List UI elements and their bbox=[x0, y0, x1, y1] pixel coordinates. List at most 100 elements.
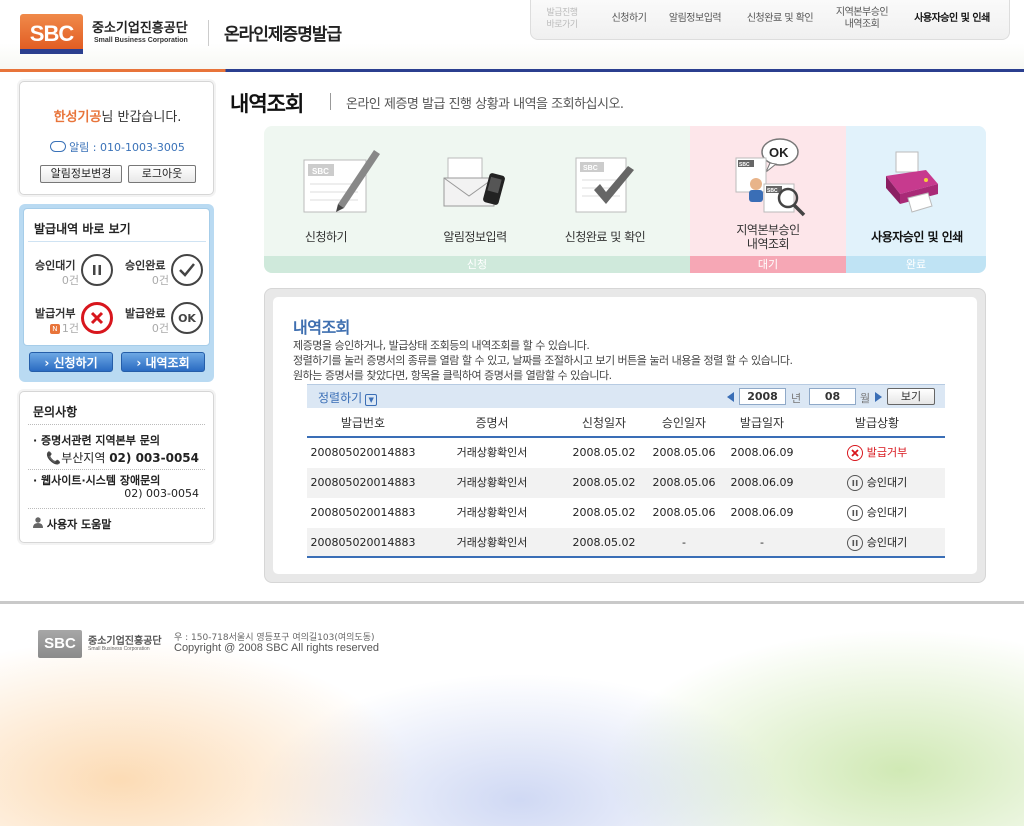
svg-text:OK: OK bbox=[769, 145, 789, 160]
table-header: 발급번호 증명서 신청일자 승인일자 발급일자 발급상황 bbox=[307, 408, 945, 438]
web-inquiry-label: · 웹사이트·시스템 장애문의 bbox=[33, 474, 161, 487]
quick-view-divider bbox=[28, 241, 206, 242]
table-row[interactable]: 200805020014883 거래상황확인서 2008.05.02 2008.05.… bbox=[307, 468, 945, 498]
prev-year-arrow-icon[interactable] bbox=[727, 392, 734, 402]
cell-status: 승인대기 bbox=[817, 528, 937, 558]
user-help-label: 사용자 도움말 bbox=[46, 518, 112, 531]
phone-icon: 📞 bbox=[46, 451, 62, 465]
stat-issued[interactable]: 발급완료 0건 bbox=[125, 305, 169, 335]
cert-inquiry-label: · 증명서관련 지역본부 문의 bbox=[33, 434, 160, 447]
nav-alarm-input[interactable]: 알림정보입력 bbox=[659, 0, 731, 38]
user-help-link[interactable]: 사용자 도움말 bbox=[33, 516, 111, 532]
col-applied-date[interactable]: 신청일자 bbox=[569, 408, 639, 438]
stat-waiting[interactable]: 승인대기 0건 bbox=[35, 257, 79, 287]
history-button[interactable]: › 내역조회 bbox=[121, 352, 205, 372]
status-label: 승인대기 bbox=[866, 536, 908, 549]
month-input[interactable]: 08 bbox=[809, 388, 856, 405]
cell-issued: 2008.06.09 bbox=[730, 476, 794, 489]
footer-logo: SBC bbox=[38, 630, 82, 658]
svg-text:SBC: SBC bbox=[312, 167, 329, 176]
nav-apply[interactable]: 신청하기 bbox=[597, 0, 661, 38]
next-month-arrow-icon[interactable] bbox=[875, 392, 882, 402]
history-title: 내역조회 bbox=[293, 318, 350, 337]
stat-count-value: 1건 bbox=[61, 322, 79, 335]
cert-inquiry-phone: 📞부산지역 02) 003-0054 bbox=[46, 449, 199, 466]
greeting-box: 한성기공님 반갑습니다. 알림 : 010-1003-3005 알림정보변경 로… bbox=[19, 81, 214, 195]
history-desc-line: 제증명을 승인하거나, 발급상태 조회등의 내역조회를 할 수 있습니다. bbox=[293, 339, 590, 352]
cell-no: 200805020014883 bbox=[310, 536, 416, 549]
stat-label: 발급거부 bbox=[35, 307, 76, 320]
stat-approved[interactable]: 승인완료 0건 bbox=[125, 257, 169, 287]
cell-no: 200805020014883 bbox=[310, 446, 416, 459]
cell-no: 200805020014883 bbox=[310, 476, 416, 489]
cell-issued: 2008.06.09 bbox=[730, 446, 794, 459]
greeting-suffix: 님 반갑습니다. bbox=[101, 110, 182, 125]
document-check-icon: SBC bbox=[572, 148, 642, 221]
envelope-phone-icon bbox=[440, 148, 510, 217]
step-user-approval[interactable]: 사용자승인 및 인쇄 bbox=[842, 230, 986, 244]
cell-approved: - bbox=[682, 536, 686, 549]
stat-rejected[interactable]: 발급거부 N 1건 bbox=[35, 305, 79, 335]
step-alarm-input[interactable]: 알림정보입력 bbox=[400, 230, 550, 244]
quick-view-box: 발급내역 바로 보기 승인대기 0건 승인완료 0건 발급거부 N 1건 발급완료… bbox=[19, 204, 214, 382]
nav-user-approval[interactable]: 사용자승인 및 인쇄 bbox=[905, 0, 999, 38]
history-desc-line: 원하는 증명서를 찾았다면, 항목을 클릭하여 증명서를 열람할 수 있습니다. bbox=[293, 369, 612, 382]
table-row[interactable]: 200805020014883 거래상황확인서 2008.05.02 2008.05.… bbox=[307, 498, 945, 528]
chevron-down-icon: ▼ bbox=[365, 394, 378, 406]
stat-count: 0건 bbox=[151, 322, 169, 335]
user-icon bbox=[33, 517, 43, 528]
table-row[interactable]: 200805020014883 거래상황확인서 2008.05.02 2008.05.… bbox=[307, 438, 945, 468]
cell-cert: 거래상황확인서 bbox=[456, 446, 528, 459]
sbc-logo[interactable]: SBC bbox=[20, 14, 83, 54]
nav-regional-approval[interactable]: 지역본부승인 내역조회 bbox=[825, 0, 899, 38]
cell-issued: - bbox=[760, 536, 764, 549]
status-label: 발급거부 bbox=[866, 446, 908, 459]
step-regional-approval[interactable]: 지역본부승인 내역조회 bbox=[693, 223, 843, 251]
org-name-ko: 중소기업진흥공단 bbox=[92, 21, 188, 36]
table-body: 200805020014883 거래상황확인서 2008.05.02 2008.05.… bbox=[307, 438, 945, 558]
logo-text: SBC bbox=[29, 21, 74, 46]
stat-label: 승인대기 bbox=[35, 259, 76, 272]
year-input[interactable]: 2008 bbox=[739, 388, 786, 405]
pause-icon[interactable] bbox=[81, 254, 113, 286]
col-issued-date[interactable]: 발급일자 bbox=[727, 408, 797, 438]
ok-icon[interactable]: OK bbox=[171, 302, 203, 334]
step-apply[interactable]: 신청하기 bbox=[264, 230, 401, 244]
step-apply-complete[interactable]: 신청완료 및 확인 bbox=[530, 230, 680, 244]
pause-icon bbox=[846, 535, 863, 551]
nav-apply-complete[interactable]: 신청완료 및 확인 bbox=[737, 0, 823, 38]
nav-shortcut[interactable]: 발급진행 바로가기 bbox=[535, 0, 589, 38]
pause-icon bbox=[846, 475, 863, 491]
logout-button[interactable]: 로그아웃 bbox=[128, 165, 196, 183]
check-icon[interactable] bbox=[171, 254, 203, 286]
cell-issued: 2008.06.09 bbox=[730, 506, 794, 519]
col-issue-no[interactable]: 발급번호 bbox=[307, 408, 419, 438]
top-nav: 발급진행 바로가기 신청하기 알림정보입력 신청완료 및 확인 지역본부승인 내… bbox=[530, 0, 1010, 40]
filter-toolbar: 정렬하기 ▼ 2008 년 08 월 보기 bbox=[307, 384, 945, 408]
sort-button[interactable]: 정렬하기 ▼ bbox=[318, 389, 378, 406]
inquiry-divider bbox=[28, 424, 205, 425]
change-alarm-button[interactable]: 알림정보변경 bbox=[40, 165, 122, 183]
page-title: 내역조회 bbox=[230, 92, 304, 116]
footer-org-ko: 중소기업진흥공단 bbox=[88, 636, 162, 647]
status-label: 승인대기 bbox=[866, 506, 908, 519]
col-status[interactable]: 발급상황 bbox=[817, 408, 937, 438]
inquiry-title: 문의사항 bbox=[33, 405, 78, 419]
quick-view-inner: 발급내역 바로 보기 승인대기 0건 승인완료 0건 발급거부 N 1건 발급완료… bbox=[23, 208, 210, 346]
reject-x-icon[interactable] bbox=[81, 302, 113, 334]
view-button[interactable]: 보기 bbox=[887, 388, 935, 405]
table-row[interactable]: 200805020014883 거래상황확인서 2008.05.02 - - 승인대기 bbox=[307, 528, 945, 558]
pause-icon bbox=[846, 505, 863, 521]
col-approved-date[interactable]: 승인일자 bbox=[649, 408, 719, 438]
history-panel: 내역조회 제증명을 승인하거나, 발급상태 조회등의 내역조회를 할 수 있습니… bbox=[264, 288, 986, 583]
cell-applied: 2008.05.02 bbox=[572, 536, 636, 549]
cell-applied: 2008.05.02 bbox=[572, 476, 636, 489]
apply-button[interactable]: › 신청하기 bbox=[29, 352, 113, 372]
cell-status: 승인대기 bbox=[817, 468, 937, 498]
cell-applied: 2008.05.02 bbox=[572, 446, 636, 459]
stat-count: 0건 bbox=[151, 274, 169, 287]
document-pen-icon: SBC bbox=[300, 144, 384, 219]
stat-count: 0건 bbox=[61, 274, 79, 287]
col-certificate[interactable]: 증명서 bbox=[427, 408, 557, 438]
footer-divider bbox=[0, 601, 1024, 604]
